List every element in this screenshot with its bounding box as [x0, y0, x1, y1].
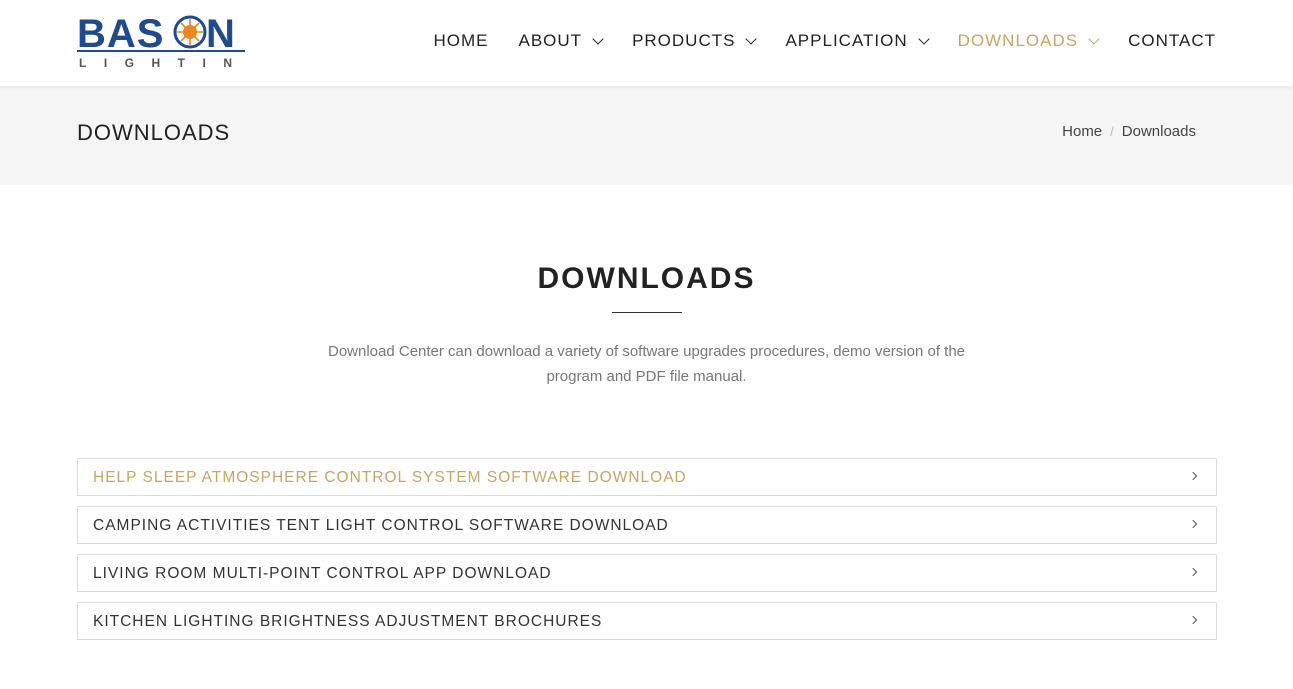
chevron-right-icon	[1188, 519, 1198, 529]
nav-home-label: HOME	[433, 31, 489, 50]
breadcrumb-separator: /	[1110, 124, 1114, 139]
brand-logo[interactable]: BAS N LIGHTING	[77, 12, 247, 70]
nav-products-label: PRODUCTS	[632, 31, 736, 50]
section-heading: DOWNLOADS	[537, 262, 756, 295]
chevron-down-icon	[592, 32, 604, 45]
breadcrumb-current: Downloads	[1121, 123, 1196, 140]
download-item-label: CAMPING ACTIVITIES TENT LIGHT CONTROL SO…	[93, 517, 669, 534]
section-intro: Download Center can download a variety o…	[327, 343, 966, 385]
downloads-list: HELP SLEEP ATMOSPHERE CONTROL SYSTEM SOF…	[77, 458, 1217, 650]
nav-about[interactable]: ABOUT	[518, 30, 604, 52]
download-item-label: LIVING ROOM MULTI-POINT CONTROL APP DOWN…	[93, 565, 552, 582]
chevron-right-icon	[1188, 471, 1198, 481]
bason-logo-icon: BAS N LIGHTING	[77, 12, 247, 70]
svg-text:N: N	[206, 12, 235, 56]
nav-contact-label: CONTACT	[1128, 31, 1216, 50]
site-header: BAS N LIGHTING HOME ABOUT	[0, 0, 1293, 86]
chevron-right-icon	[1188, 567, 1198, 577]
svg-text:LIGHTING: LIGHTING	[79, 56, 247, 70]
breadcrumb: Home / Downloads	[1062, 123, 1196, 140]
nav-downloads-label: DOWNLOADS	[957, 31, 1079, 50]
nav-application-label: APPLICATION	[785, 31, 908, 50]
nav-about-label: ABOUT	[518, 31, 583, 50]
chevron-down-icon	[745, 32, 758, 45]
page-title: DOWNLOADS	[77, 120, 231, 145]
svg-text:BAS: BAS	[77, 12, 164, 56]
download-item-label: HELP SLEEP ATMOSPHERE CONTROL SYSTEM SOF…	[93, 469, 687, 486]
breadcrumb-home-link[interactable]: Home	[1062, 123, 1102, 140]
nav-products[interactable]: PRODUCTS	[632, 30, 758, 52]
nav-contact[interactable]: CONTACT	[1128, 30, 1216, 52]
chevron-down-icon	[917, 32, 930, 45]
nav-downloads[interactable]: DOWNLOADS	[957, 30, 1100, 52]
heading-divider	[612, 312, 682, 313]
page-banner: DOWNLOADS Home / Downloads	[0, 86, 1293, 185]
download-item-label: KITCHEN LIGHTING BRIGHTNESS ADJUSTMENT B…	[93, 613, 603, 630]
download-item[interactable]: LIVING ROOM MULTI-POINT CONTROL APP DOWN…	[77, 554, 1217, 592]
download-item[interactable]: HELP SLEEP ATMOSPHERE CONTROL SYSTEM SOF…	[77, 458, 1217, 496]
chevron-down-icon	[1088, 32, 1100, 45]
download-item[interactable]: CAMPING ACTIVITIES TENT LIGHT CONTROL SO…	[77, 506, 1217, 544]
download-item[interactable]: KITCHEN LIGHTING BRIGHTNESS ADJUSTMENT B…	[77, 602, 1217, 640]
main-nav: HOME ABOUT PRODUCTS APPLICATION DOWNLOAD…	[404, 30, 1217, 52]
chevron-right-icon	[1188, 615, 1198, 625]
nav-application[interactable]: APPLICATION	[785, 30, 930, 52]
nav-home[interactable]: HOME	[434, 30, 489, 52]
